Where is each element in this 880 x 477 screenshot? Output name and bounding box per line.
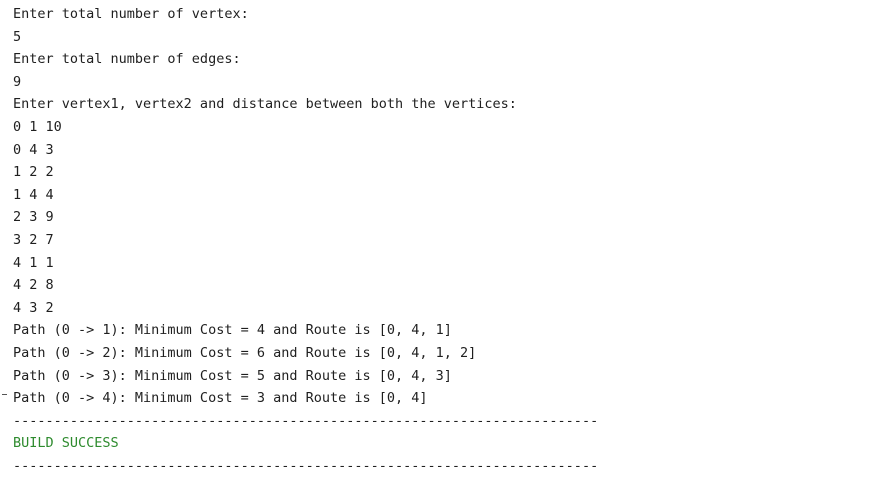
path-result-line: Path (0 -> 1): Minimum Cost = 4 and Rout… xyxy=(13,322,452,339)
input-edge-line: 4 3 2 xyxy=(13,299,54,316)
input-vertex-count: 5 xyxy=(13,28,22,45)
input-edge-line: 3 2 7 xyxy=(13,231,54,248)
input-edge-line: 4 2 8 xyxy=(13,277,54,294)
build-status: BUILD SUCCESS xyxy=(13,435,119,452)
output-console: Enter total number of vertex: 5 Enter to… xyxy=(13,3,880,477)
input-edge-line: 0 1 10 xyxy=(13,118,62,135)
input-edge-line: 4 1 1 xyxy=(13,254,54,271)
separator-line: ----------------------------------------… xyxy=(13,412,599,429)
path-result-line: Path (0 -> 2): Minimum Cost = 6 and Rout… xyxy=(13,344,477,361)
input-edge-line: 2 3 9 xyxy=(13,209,54,226)
separator-line-bottom: ----------------------------------------… xyxy=(13,457,599,474)
input-edge-count: 9 xyxy=(13,73,22,90)
path-result-line: Path (0 -> 3): Minimum Cost = 5 and Rout… xyxy=(13,367,452,384)
path-result-line: Path (0 -> 4): Minimum Cost = 3 and Rout… xyxy=(13,390,428,407)
input-edge-line: 0 4 3 xyxy=(13,141,54,158)
input-edge-line: 1 4 4 xyxy=(13,186,54,203)
prompt-edge-count: Enter total number of edges: xyxy=(13,51,241,68)
prompt-vertex-count: Enter total number of vertex: xyxy=(13,6,249,22)
gutter-mark xyxy=(2,394,7,395)
prompt-edges: Enter vertex1, vertex2 and distance betw… xyxy=(13,96,517,113)
input-edge-line: 1 2 2 xyxy=(13,164,54,181)
